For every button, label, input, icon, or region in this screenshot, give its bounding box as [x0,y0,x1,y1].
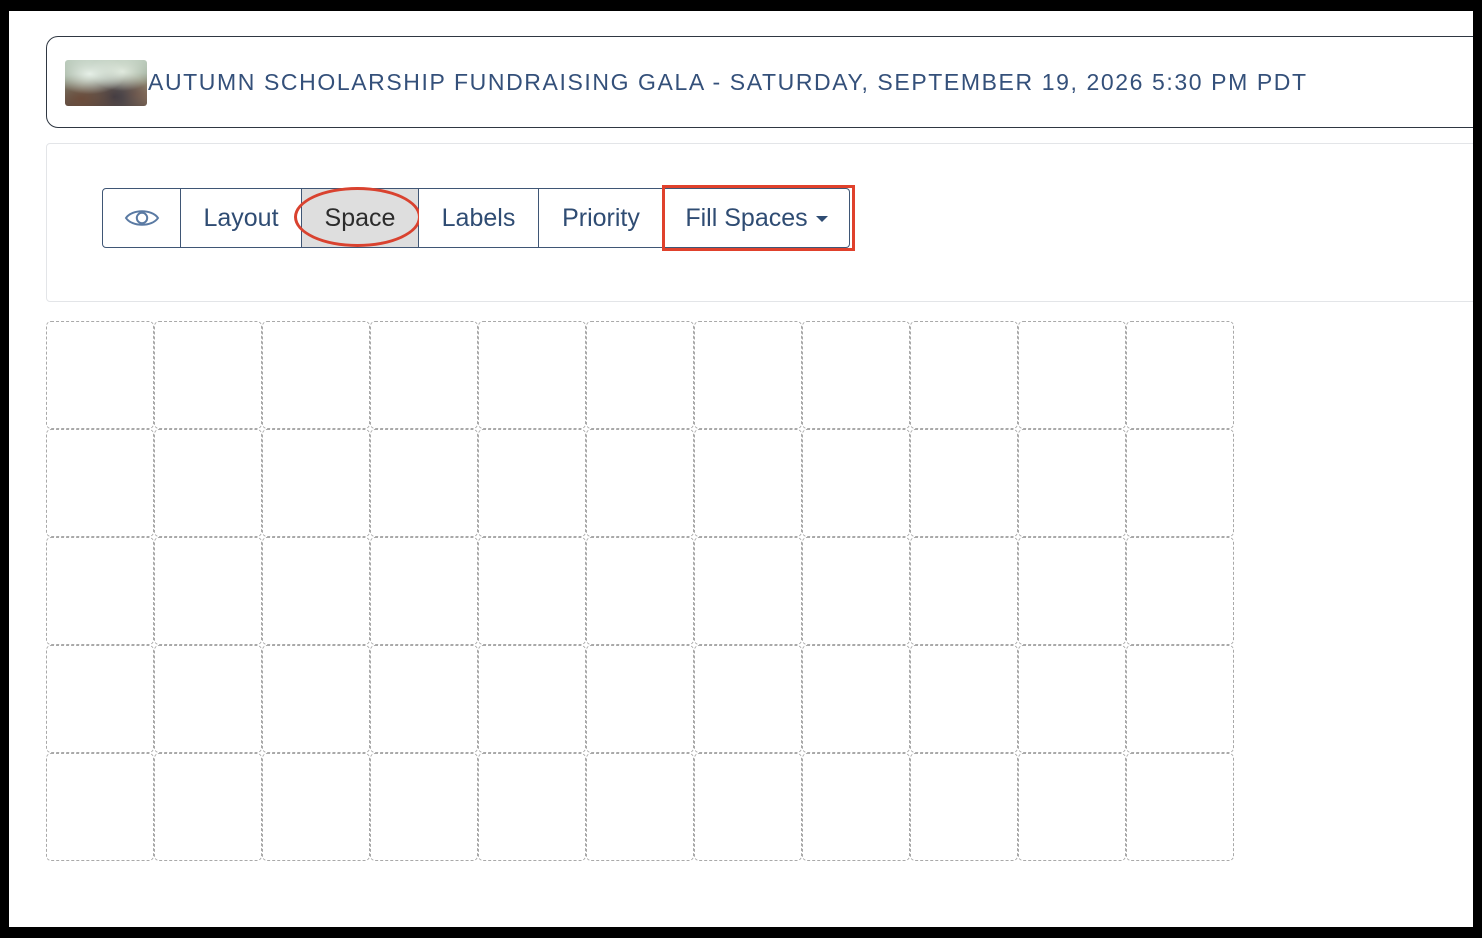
space-cell[interactable] [1126,321,1234,429]
space-cell[interactable] [1126,429,1234,537]
space-cell[interactable] [694,753,802,861]
preview-button[interactable] [102,188,181,248]
page: AUTUMN SCHOLARSHIP FUNDRAISING GALA - SA… [9,11,1473,927]
event-thumbnail [65,60,147,106]
space-cell[interactable] [1018,645,1126,753]
space-cell[interactable] [154,753,262,861]
space-cell[interactable] [478,429,586,537]
space-cell[interactable] [154,429,262,537]
layout-button-label: Layout [203,203,279,232]
space-cell[interactable] [802,537,910,645]
space-cell[interactable] [910,753,1018,861]
space-cell[interactable] [802,429,910,537]
space-cell[interactable] [586,429,694,537]
priority-button[interactable]: Priority [539,188,664,248]
space-cell[interactable] [154,537,262,645]
space-cell[interactable] [586,537,694,645]
space-cell[interactable] [478,321,586,429]
toolbar-panel: Layout Space Labels Priority Fill Spaces [46,143,1473,302]
space-cell[interactable] [262,321,370,429]
priority-button-label: Priority [562,203,640,232]
space-cell[interactable] [586,753,694,861]
space-cell[interactable] [262,753,370,861]
space-cell[interactable] [478,753,586,861]
space-cell[interactable] [46,645,154,753]
space-cell[interactable] [910,537,1018,645]
space-cell[interactable] [910,429,1018,537]
space-cell[interactable] [802,753,910,861]
space-cell[interactable] [1018,321,1126,429]
space-cell[interactable] [1018,429,1126,537]
space-button-label: Space [324,203,396,232]
space-cell[interactable] [910,645,1018,753]
fill-spaces-dropdown[interactable]: Fill Spaces [662,185,855,251]
space-cell[interactable] [1126,645,1234,753]
space-cell[interactable] [586,321,694,429]
space-cell[interactable] [694,321,802,429]
space-cell[interactable] [910,321,1018,429]
event-header: AUTUMN SCHOLARSHIP FUNDRAISING GALA - SA… [46,36,1473,128]
space-cell[interactable] [370,753,478,861]
space-cell[interactable] [154,645,262,753]
space-cell[interactable] [586,645,694,753]
space-cell[interactable] [46,537,154,645]
space-cell[interactable] [46,321,154,429]
space-button[interactable]: Space [294,187,421,248]
space-cell[interactable] [694,537,802,645]
space-cell[interactable] [262,429,370,537]
space-cell[interactable] [370,537,478,645]
space-cell[interactable] [802,321,910,429]
space-cell[interactable] [1018,753,1126,861]
space-cell[interactable] [46,753,154,861]
labels-button[interactable]: Labels [419,188,539,248]
space-cell[interactable] [1018,537,1126,645]
fill-spaces-label: Fill Spaces [685,203,808,232]
space-cell[interactable] [262,537,370,645]
space-cell[interactable] [802,645,910,753]
space-cell[interactable] [1126,753,1234,861]
space-cell[interactable] [694,429,802,537]
space-cell[interactable] [1126,537,1234,645]
space-cell[interactable] [478,645,586,753]
space-grid [46,321,1234,861]
space-cell[interactable] [46,429,154,537]
space-cell[interactable] [370,429,478,537]
space-cell[interactable] [694,645,802,753]
caret-down-icon [815,216,828,222]
space-cell[interactable] [478,537,586,645]
layout-button[interactable]: Layout [181,188,302,248]
space-cell[interactable] [262,645,370,753]
space-cell[interactable] [370,645,478,753]
space-cell[interactable] [154,321,262,429]
event-title: AUTUMN SCHOLARSHIP FUNDRAISING GALA - SA… [148,69,1308,95]
view-mode-button-group: Layout Space Labels Priority Fill Spaces [102,185,855,251]
labels-button-label: Labels [441,203,516,232]
space-cell[interactable] [370,321,478,429]
eye-icon [124,210,159,226]
